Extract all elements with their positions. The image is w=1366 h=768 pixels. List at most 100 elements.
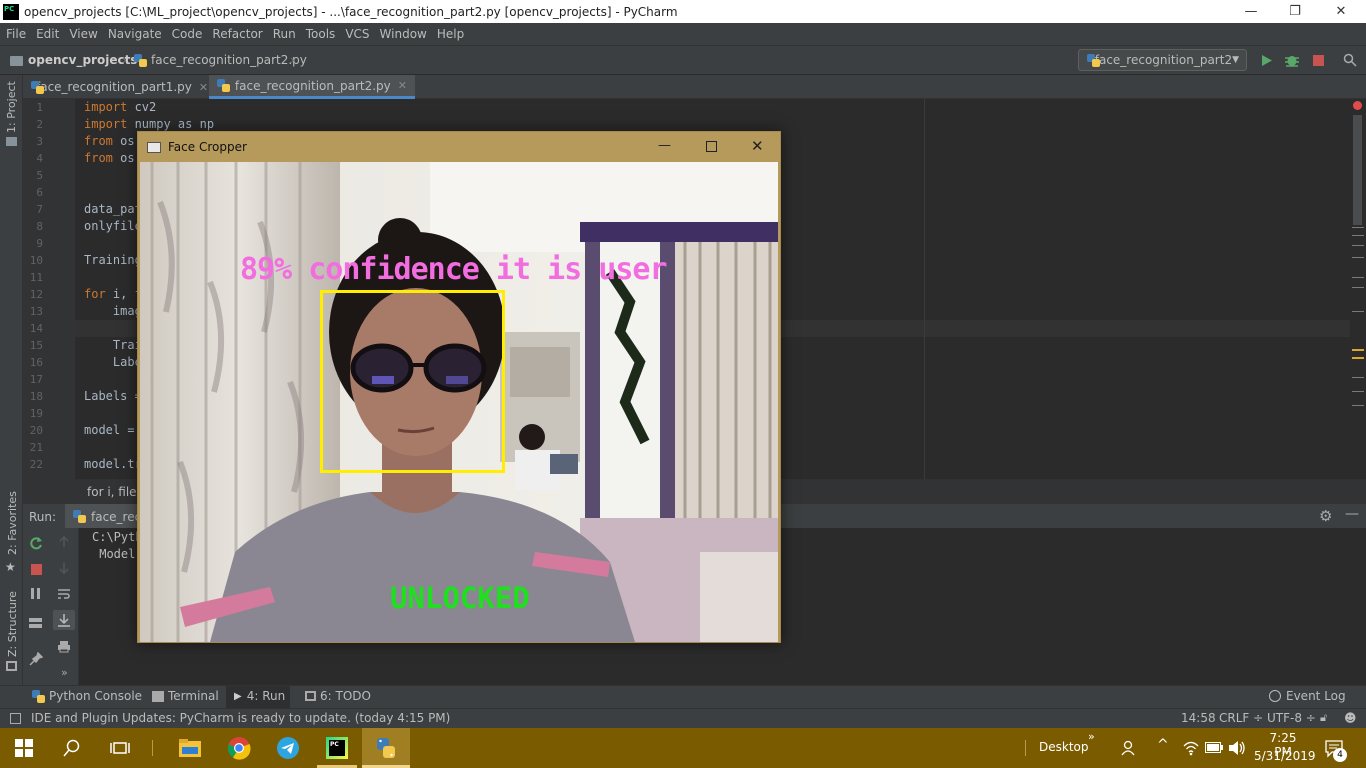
face-cropper-window[interactable]: Face Cropper — ✕ 89% confidence it is us… [137,131,781,643]
soft-wrap-icon[interactable] [57,587,71,601]
menu-help[interactable]: Help [432,27,469,41]
restore-button[interactable]: ❐ [1272,0,1318,23]
minimize-button[interactable]: — [1228,0,1274,23]
line-number: 7 [36,203,43,216]
taskbar-search-button[interactable] [48,728,96,768]
editor-scrollbar[interactable] [1350,99,1366,479]
chrome-button[interactable] [215,728,263,768]
tool-windows-icon[interactable] [10,713,21,724]
lock-icon[interactable]: 🔓︎ [1320,711,1327,725]
menu-run[interactable]: Run [268,27,301,41]
stop-icon[interactable] [31,564,42,575]
menu-edit[interactable]: Edit [31,27,64,41]
debug-icon[interactable] [1284,52,1300,68]
pause-icon[interactable] [31,588,34,599]
telegram-button[interactable] [264,728,312,768]
menu-refactor[interactable]: Refactor [207,27,267,41]
notification-badge: 4 [1333,748,1347,762]
menu-vcs[interactable]: VCS [340,27,374,41]
menu-navigate[interactable]: Navigate [103,27,167,41]
menu-code[interactable]: Code [167,27,208,41]
pycharm-taskbar-button[interactable]: PC [313,728,361,768]
close-icon[interactable]: ✕ [398,79,407,92]
down-arrow-icon[interactable] [58,562,70,574]
close-button[interactable]: ✕ [751,137,764,155]
event-log-tab[interactable]: Event Log [1269,689,1346,703]
code-breadcrumb[interactable]: for i, files [87,485,143,499]
code-line: Training [84,253,142,267]
close-button[interactable]: ✕ [1318,0,1364,23]
toolbar-expand-icon[interactable]: » [1088,730,1095,743]
maximize-button[interactable] [706,141,717,152]
project-tool-tab[interactable]: 1: Project [5,81,18,133]
start-button[interactable] [0,728,48,768]
clock-date[interactable]: 5/31/2019 [1254,749,1316,763]
code-line: from os [84,134,135,148]
favorites-tool-tab[interactable]: 2: Favorites [6,491,19,555]
project-folder-icon [6,137,17,146]
line-number: 15 [29,339,43,352]
run-configuration-select[interactable]: face_recognition_part2 ▼ [1078,49,1247,71]
people-icon[interactable] [1121,740,1137,756]
line-separator[interactable]: CRLF ÷ [1219,711,1263,725]
file-encoding[interactable]: UTF-8 ÷ [1267,711,1316,725]
tab-run[interactable]: ▶ 4: Run [234,689,285,703]
face-cropper-title: Face Cropper [168,140,247,154]
more-actions-icon[interactable]: » [61,666,68,679]
tab-terminal[interactable]: Terminal [152,689,219,703]
run-tab[interactable]: face_rec [65,504,145,529]
up-arrow-icon[interactable] [58,536,70,548]
stop-icon[interactable] [1313,55,1324,66]
menu-file[interactable]: File [0,27,31,41]
menu-tools[interactable]: Tools [301,27,341,41]
scroll-marker [1352,377,1364,378]
minimize-button[interactable]: — [658,138,671,153]
wifi-icon[interactable] [1183,740,1199,756]
code-text: Labels = [84,389,142,403]
event-log-label: Event Log [1286,689,1346,703]
status-message[interactable]: IDE and Plugin Updates: PyCharm is ready… [31,711,450,725]
inspector-icon[interactable]: ☻ [1344,711,1357,725]
line-number: 2 [36,118,43,131]
caret-position[interactable]: 14:58 [1181,711,1216,725]
minimize-panel-icon[interactable]: — [1345,506,1359,522]
face-cropper-titlebar: Face Cropper — ✕ [138,132,780,162]
python-console-icon [32,689,45,703]
tab-face-recognition-part2[interactable]: face_recognition_part2.py ✕ [209,75,415,99]
print-icon[interactable] [57,640,71,653]
rerun-icon[interactable] [29,536,43,550]
scroll-marker [1352,257,1364,258]
structure-tool-tab[interactable]: Z: Structure [6,591,19,657]
breadcrumb-file[interactable]: face_recognition_part2.py [151,53,307,67]
close-icon[interactable]: ✕ [199,81,208,94]
layout-icon[interactable] [29,618,42,622]
opencv-window-icon [147,141,161,153]
tab-label: face_recognition_part1.py [36,80,192,94]
search-icon [63,739,80,757]
python-taskbar-button[interactable] [362,728,410,768]
desktop-toolbar-label[interactable]: Desktop [1039,740,1089,754]
gear-icon[interactable]: ⚙ [1319,507,1332,525]
file-explorer-button[interactable] [166,728,214,768]
battery-icon[interactable] [1205,742,1223,753]
tab-label: 4: Run [246,689,286,703]
line-number: 4 [36,152,43,165]
pycharm-app-icon: PC [3,3,19,20]
show-hidden-icons-icon[interactable]: ^ [1157,737,1169,753]
error-indicator-icon [1353,101,1362,110]
tab-todo[interactable]: 6: TODO [305,689,371,703]
search-everywhere-icon[interactable] [1343,53,1357,67]
menu-view[interactable]: View [64,27,102,41]
python-icon [377,738,395,758]
volume-icon[interactable] [1228,740,1246,756]
code-text: numpy as np [127,117,215,131]
run-icon[interactable] [1261,54,1273,67]
task-view-button[interactable] [96,728,144,768]
tab-face-recognition-part1[interactable]: face_recognition_part1.py ✕ [23,75,209,99]
scroll-to-end-button[interactable] [53,610,75,630]
scrollbar-thumb[interactable] [1353,115,1362,225]
run-icon: ▶ [234,690,242,702]
pin-icon[interactable] [29,652,43,666]
menu-window[interactable]: Window [375,27,432,41]
tab-python-console[interactable]: Python Console [32,689,142,703]
